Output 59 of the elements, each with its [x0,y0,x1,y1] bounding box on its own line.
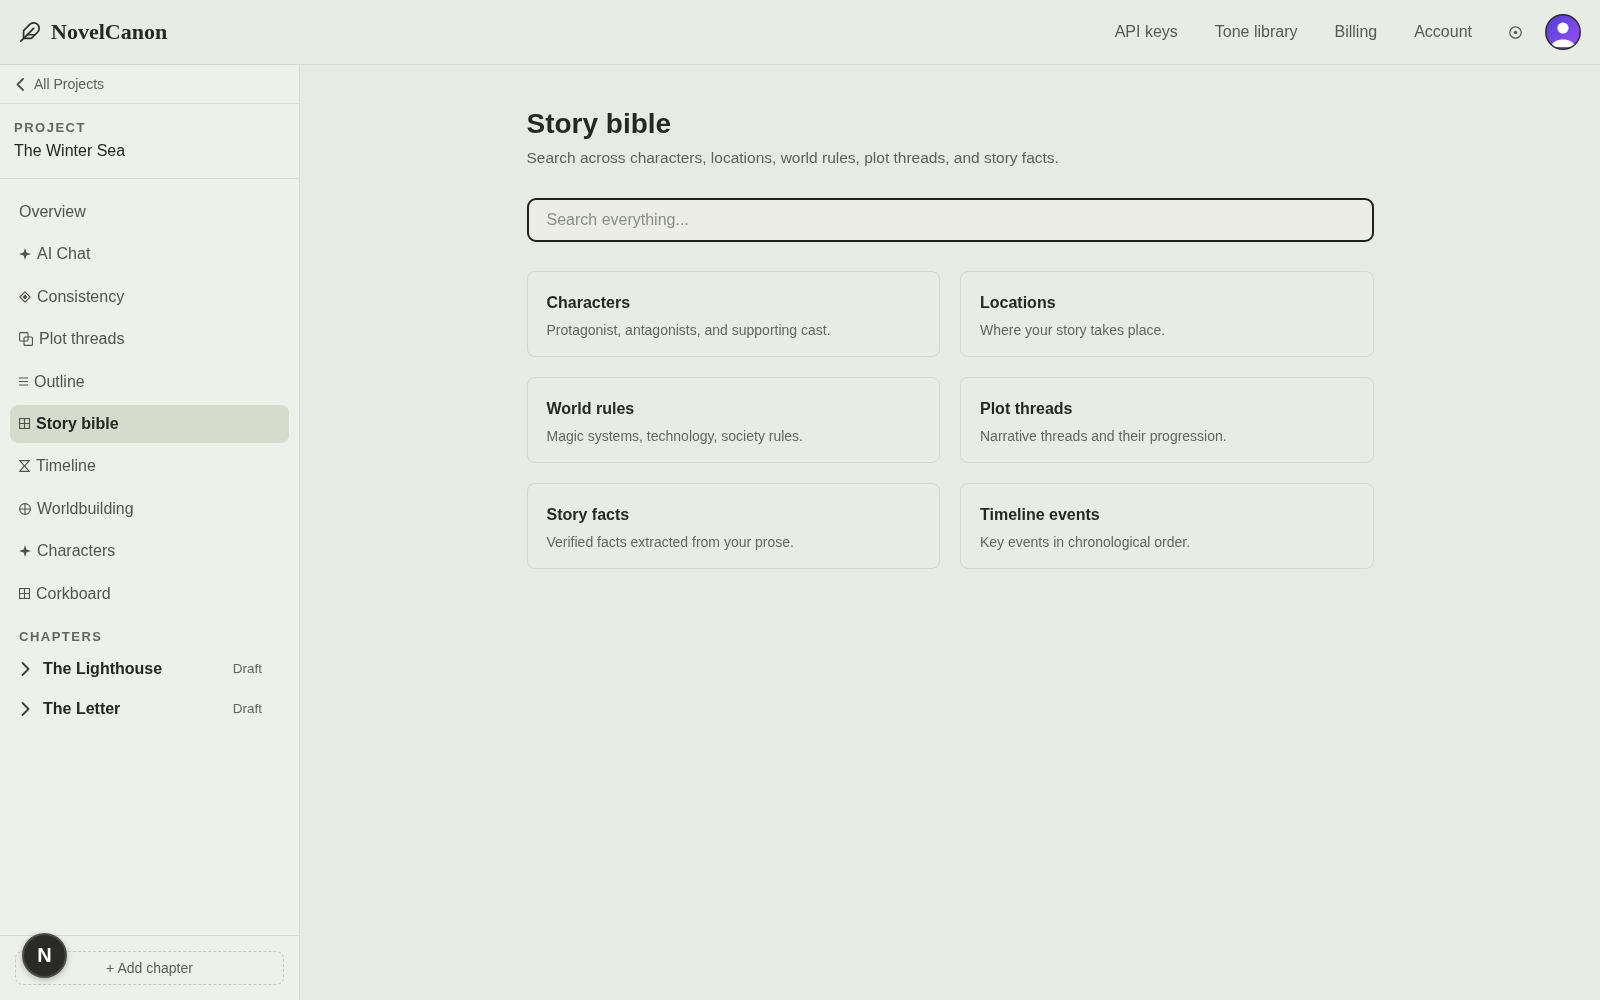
search-field[interactable]: Search everything... [526,198,1374,242]
sidebar-item[interactable]: Consistency [10,277,289,316]
card-description: Where your story takes place. [980,321,1166,339]
chapter-link[interactable]: The Letter [43,699,121,718]
circle-plus-icon [19,502,31,515]
card-title: Locations [980,293,1056,313]
section-label: CHAPTERS [19,628,103,645]
sidebar-item[interactable]: Characters [10,532,289,571]
sidebar-item[interactable]: Outline [10,362,289,401]
chapter-status: Draft [232,701,262,716]
hourglass-icon [19,460,30,473]
grid-icon [19,588,30,599]
sparkle-icon [19,248,31,261]
card-title: Story facts [546,505,630,525]
page-title: Story bible [526,107,672,141]
chevron-left-icon [16,77,24,91]
category-card[interactable]: Story facts Verified facts extracted from your prose. [526,483,940,569]
page-subtitle: Search across characters, locations, world rules, plot threads, and story facts. [526,148,1059,168]
app-name: NovelCanon [51,19,168,45]
user-avatar[interactable] [1545,14,1581,50]
nav-link[interactable]: API keys [1114,23,1178,41]
diamond-icon [19,290,31,303]
category-card[interactable]: Locations Where your story takes place. [960,271,1374,357]
category-card[interactable]: Characters Protagonist, antagonists, and supporting cast. [526,271,940,357]
card-title: Characters [546,293,631,313]
circle-dot-icon[interactable] [1509,25,1522,39]
chapter-link[interactable]: The Lighthouse [43,659,163,678]
sidebar-item[interactable]: Timeline [10,447,289,486]
feather-logo-icon [19,21,41,43]
card-title: World rules [546,399,635,419]
sparkle-icon [19,545,31,558]
sidebar-item[interactable]: Overview [10,193,289,231]
overlapping-squares-icon [19,332,33,347]
category-card[interactable]: Plot threads Narrative threads and their progression. [960,377,1374,463]
section-label: PROJECT [14,120,86,136]
lines-icon [19,377,28,387]
sidebar-item[interactable]: Plot threads [10,320,289,359]
category-card[interactable]: Timeline events Key events in chronological order. [960,483,1374,569]
card-title: Timeline events [980,505,1100,525]
card-description: Key events in chronological order. [980,533,1191,551]
card-description: Protagonist, antagonists, and supporting cast. [546,321,831,339]
card-description: Verified facts extracted from your prose. [546,533,794,551]
card-description: Narrative threads and their progression. [980,427,1227,445]
category-card[interactable]: World rules Magic systems, technology, society rules. [526,377,940,463]
nav-link[interactable]: Account [1414,23,1472,41]
grid-icon [19,418,30,430]
nav-link[interactable]: Billing [1334,23,1378,41]
card-title: Plot threads [980,399,1073,419]
nav-link[interactable]: Tone library [1214,23,1298,41]
chapter-status: Draft [232,661,262,676]
sidebar-item[interactable]: Corkboard [10,574,289,613]
sidebar-item[interactable]: Worldbuilding [10,489,289,528]
sidebar-item[interactable]: AI Chat [10,235,289,274]
project-name: The Winter Sea [14,141,126,161]
back-link[interactable]: All Projects [16,76,105,92]
chevron-right-icon[interactable] [21,701,30,716]
card-description: Magic systems, technology, society rules. [546,427,803,445]
sidebar-item[interactable]: Story bible [10,404,289,443]
chevron-right-icon[interactable] [21,661,30,676]
